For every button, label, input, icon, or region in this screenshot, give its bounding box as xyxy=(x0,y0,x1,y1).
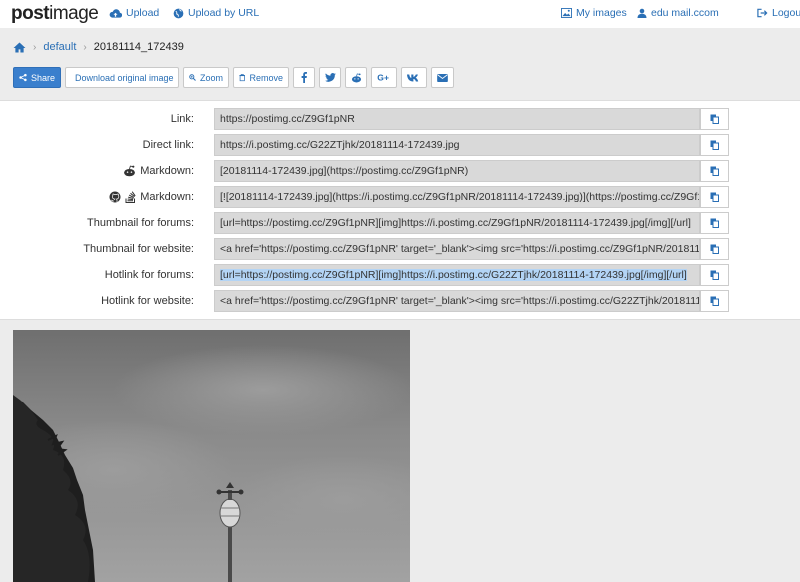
copy-button[interactable] xyxy=(700,290,729,312)
logout-link[interactable]: Logout xyxy=(757,7,800,19)
twitter-icon xyxy=(324,73,336,82)
copy-button[interactable] xyxy=(700,238,729,260)
reddit-markdown-label: Markdown: xyxy=(123,165,194,177)
github-icon xyxy=(109,191,121,203)
github-markdown-label: Markdown: xyxy=(109,191,194,203)
hotlink-website-label: Hotlink for website: xyxy=(101,295,194,307)
thumbnail-forums-label: Thumbnail for forums: xyxy=(87,217,194,229)
copy-icon xyxy=(710,192,719,202)
share-button[interactable]: Share xyxy=(13,67,61,88)
top-nav: postimage Upload Upload by URL My images… xyxy=(0,0,800,28)
reddit-markdown-row: Markdown: [20181114-172439.jpg](https://… xyxy=(0,160,800,182)
hotlink-forums-row: Hotlink for forums: [url=https://postimg… xyxy=(0,264,800,286)
copy-icon xyxy=(710,166,719,176)
copy-button[interactable] xyxy=(700,212,729,234)
hotlink-website-field[interactable]: <a href='https://postimg.cc/Z9Gf1pNR' ta… xyxy=(214,290,700,312)
upload-link[interactable]: Upload xyxy=(109,7,159,19)
copy-button[interactable] xyxy=(700,264,729,286)
twitter-share-button[interactable] xyxy=(319,67,341,88)
email-share-button[interactable] xyxy=(431,67,454,88)
home-icon[interactable] xyxy=(13,41,26,53)
direct-link-row: Direct link: https://i.postimg.cc/G22ZTj… xyxy=(0,134,800,156)
thumbnail-website-field[interactable]: <a href='https://postimg.cc/Z9Gf1pNR' ta… xyxy=(214,238,700,260)
zoom-button[interactable]: Zoom xyxy=(183,67,229,88)
link-label: Link: xyxy=(170,113,194,125)
user-account-link[interactable]: edu mail.ccom xyxy=(637,7,719,19)
cloud-upload-icon xyxy=(109,8,122,18)
reddit-markdown-field[interactable]: [20181114-172439.jpg](https://postimg.cc… xyxy=(214,160,700,182)
svg-text:G+: G+ xyxy=(377,73,389,82)
trash-icon xyxy=(239,74,246,82)
google-plus-icon: G+ xyxy=(377,73,389,82)
facebook-icon xyxy=(301,72,307,83)
google-plus-share-button[interactable]: G+ xyxy=(371,67,397,88)
zoom-icon xyxy=(189,74,196,81)
copy-button[interactable] xyxy=(700,134,729,156)
github-markdown-row: Markdown: [![20181114-172439.jpg](https:… xyxy=(0,186,800,208)
download-original-button[interactable]: Download original image xyxy=(65,67,179,88)
direct-link-label: Direct link: xyxy=(142,139,194,151)
stackoverflow-icon xyxy=(125,191,136,203)
chevron-right-icon: › xyxy=(33,41,37,53)
breadcrumb-current: 20181114_172439 xyxy=(93,41,184,53)
thumbnail-website-row: Thumbnail for website: <a href='https://… xyxy=(0,238,800,260)
hotlink-website-row: Hotlink for website: <a href='https://po… xyxy=(0,290,800,312)
copy-icon xyxy=(710,270,719,280)
globe-icon xyxy=(173,8,184,18)
uploaded-photo[interactable] xyxy=(13,330,410,582)
share-icon xyxy=(19,73,27,82)
photo-weather-station xyxy=(13,330,410,582)
image-icon xyxy=(561,8,572,18)
github-markdown-field[interactable]: [![20181114-172439.jpg](https://i.postim… xyxy=(214,186,700,208)
hotlink-forums-field[interactable]: [url=https://postimg.cc/Z9Gf1pNR][img]ht… xyxy=(214,264,700,286)
breadcrumb-folder[interactable]: default xyxy=(43,41,76,53)
thumbnail-forums-row: Thumbnail for forums: [url=https://posti… xyxy=(0,212,800,234)
reddit-icon xyxy=(124,165,136,177)
thumbnail-forums-field[interactable]: [url=https://postimg.cc/Z9Gf1pNR][img]ht… xyxy=(214,212,700,234)
breadcrumb: › default › 20181114_172439 xyxy=(13,41,184,53)
copy-button[interactable] xyxy=(700,186,729,208)
my-images-link[interactable]: My images xyxy=(561,7,627,19)
image-preview-area xyxy=(0,320,800,582)
upload-by-url-link[interactable]: Upload by URL xyxy=(173,7,259,19)
selected-text: [url=https://postimg.cc/Z9Gf1pNR][img]ht… xyxy=(220,269,687,281)
link-panel: Link: https://postimg.cc/Z9Gf1pNR Direct… xyxy=(0,101,800,320)
copy-icon xyxy=(710,244,719,254)
image-toolbar: Share Download original image Zoom Remov… xyxy=(13,67,454,88)
direct-link-field[interactable]: https://i.postimg.cc/G22ZTjhk/20181114-1… xyxy=(214,134,700,156)
reddit-icon xyxy=(351,72,361,82)
copy-button[interactable] xyxy=(700,108,729,130)
logout-icon xyxy=(757,8,768,18)
copy-icon xyxy=(710,296,719,306)
hotlink-forums-label: Hotlink for forums: xyxy=(104,269,194,281)
link-row: Link: https://postimg.cc/Z9Gf1pNR xyxy=(0,108,800,130)
email-icon xyxy=(437,73,448,82)
postimage-logo[interactable]: postimage xyxy=(11,3,99,25)
chevron-right-icon: › xyxy=(83,41,87,53)
copy-button[interactable] xyxy=(700,160,729,182)
thumbnail-website-label: Thumbnail for website: xyxy=(83,243,194,255)
vk-share-button[interactable] xyxy=(401,67,427,88)
remove-button[interactable]: Remove xyxy=(233,67,289,88)
facebook-share-button[interactable] xyxy=(293,67,315,88)
link-field[interactable]: https://postimg.cc/Z9Gf1pNR xyxy=(214,108,700,130)
vk-icon xyxy=(407,74,419,81)
copy-icon xyxy=(710,114,719,124)
reddit-share-button[interactable] xyxy=(345,67,367,88)
user-icon xyxy=(637,8,647,18)
breadcrumb-bar: › default › 20181114_172439 Share Downlo… xyxy=(0,28,800,101)
copy-icon xyxy=(710,140,719,150)
copy-icon xyxy=(710,218,719,228)
